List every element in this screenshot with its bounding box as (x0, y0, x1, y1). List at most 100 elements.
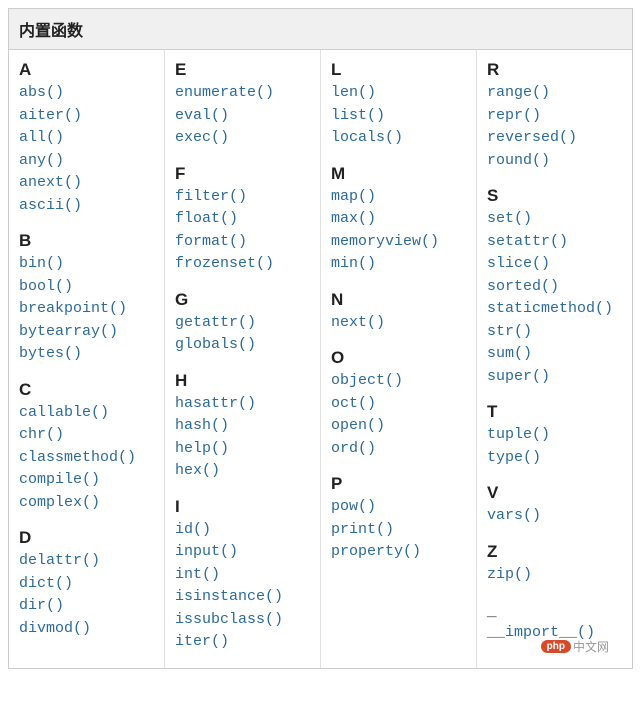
function-link[interactable]: all() (19, 127, 156, 150)
function-link[interactable]: set() (487, 208, 624, 231)
function-link[interactable]: map() (331, 186, 468, 209)
function-link[interactable]: divmod() (19, 618, 156, 641)
builtin-functions-table: 内置函数 Aabs()aiter()all()any()anext()ascii… (8, 8, 633, 669)
function-link[interactable]: exec() (175, 127, 312, 150)
letter-group: Eenumerate()eval()exec() (175, 60, 312, 150)
function-link[interactable]: breakpoint() (19, 298, 156, 321)
function-link[interactable]: tuple() (487, 424, 624, 447)
function-link[interactable]: staticmethod() (487, 298, 624, 321)
letter-heading: R (487, 60, 624, 80)
function-link[interactable]: ord() (331, 438, 468, 461)
function-link[interactable]: complex() (19, 492, 156, 515)
letter-heading: V (487, 483, 624, 503)
function-link[interactable]: reversed() (487, 127, 624, 150)
function-link[interactable]: locals() (331, 127, 468, 150)
function-link[interactable]: getattr() (175, 312, 312, 335)
function-link[interactable]: ascii() (19, 195, 156, 218)
function-link[interactable]: property() (331, 541, 468, 564)
function-link[interactable]: zip() (487, 564, 624, 587)
function-link[interactable]: frozenset() (175, 253, 312, 276)
function-link[interactable]: abs() (19, 82, 156, 105)
function-link[interactable]: enumerate() (175, 82, 312, 105)
function-link[interactable]: pow() (331, 496, 468, 519)
function-link[interactable]: compile() (19, 469, 156, 492)
function-link[interactable]: object() (331, 370, 468, 393)
function-link[interactable]: eval() (175, 105, 312, 128)
letter-group: Llen()list()locals() (331, 60, 468, 150)
function-link[interactable]: sum() (487, 343, 624, 366)
letter-heading: O (331, 348, 468, 368)
column: Eenumerate()eval()exec() Ffilter()float()… (164, 50, 320, 668)
column: Llen()list()locals()Mmap()max()memoryvie… (320, 50, 476, 668)
function-link[interactable]: iter() (175, 631, 312, 654)
function-link[interactable]: vars() (487, 505, 624, 528)
function-link[interactable]: range() (487, 82, 624, 105)
function-link[interactable]: sorted() (487, 276, 624, 299)
function-link[interactable]: slice() (487, 253, 624, 276)
letter-group: Ccallable()chr()classmethod()compile()co… (19, 380, 156, 515)
letter-group: Ppow()print()property() (331, 474, 468, 564)
function-link[interactable]: globals() (175, 334, 312, 357)
function-link[interactable]: len() (331, 82, 468, 105)
function-link[interactable]: bin() (19, 253, 156, 276)
letter-group: Iid()input()int()isinstance()issubclass(… (175, 497, 312, 654)
function-link[interactable]: bytes() (19, 343, 156, 366)
function-link[interactable]: classmethod() (19, 447, 156, 470)
letter-group: Ttuple()type() (487, 402, 624, 469)
function-link[interactable]: type() (487, 447, 624, 470)
function-link[interactable]: callable() (19, 402, 156, 425)
function-link[interactable]: issubclass() (175, 609, 312, 632)
function-link[interactable]: filter() (175, 186, 312, 209)
function-link[interactable]: bool() (19, 276, 156, 299)
letter-heading: H (175, 371, 312, 391)
letter-heading: A (19, 60, 156, 80)
letter-heading: D (19, 528, 156, 548)
function-link[interactable]: oct() (331, 393, 468, 416)
function-link[interactable]: print() (331, 519, 468, 542)
function-link[interactable]: isinstance() (175, 586, 312, 609)
letter-heading: T (487, 402, 624, 422)
function-link[interactable]: next() (331, 312, 468, 335)
function-link[interactable]: round() (487, 150, 624, 173)
letter-group: Rrange()repr()reversed()round() (487, 60, 624, 172)
function-link[interactable]: any() (19, 150, 156, 173)
function-link[interactable]: __import__() (487, 622, 624, 645)
function-link[interactable]: bytearray() (19, 321, 156, 344)
letter-group: Nnext() (331, 290, 468, 335)
function-link[interactable]: memoryview() (331, 231, 468, 254)
function-link[interactable]: int() (175, 564, 312, 587)
letter-group: ___import__() (487, 600, 624, 645)
function-link[interactable]: dict() (19, 573, 156, 596)
function-link[interactable]: str() (487, 321, 624, 344)
function-link[interactable]: hash() (175, 415, 312, 438)
function-link[interactable]: repr() (487, 105, 624, 128)
letter-heading: F (175, 164, 312, 184)
function-link[interactable]: setattr() (487, 231, 624, 254)
function-link[interactable]: aiter() (19, 105, 156, 128)
letter-heading: E (175, 60, 312, 80)
function-link[interactable]: min() (331, 253, 468, 276)
function-link[interactable]: hex() (175, 460, 312, 483)
function-link[interactable]: max() (331, 208, 468, 231)
function-link[interactable]: open() (331, 415, 468, 438)
function-link[interactable]: dir() (19, 595, 156, 618)
function-link[interactable]: delattr() (19, 550, 156, 573)
letter-heading: G (175, 290, 312, 310)
letter-heading: P (331, 474, 468, 494)
function-link[interactable]: id() (175, 519, 312, 542)
column: Rrange()repr()reversed()round()Sset()set… (476, 50, 632, 668)
function-link[interactable]: list() (331, 105, 468, 128)
function-link[interactable]: help() (175, 438, 312, 461)
function-link[interactable]: float() (175, 208, 312, 231)
function-link[interactable]: chr() (19, 424, 156, 447)
letter-group: Oobject()oct()open()ord() (331, 348, 468, 460)
function-link[interactable]: input() (175, 541, 312, 564)
function-link[interactable]: format() (175, 231, 312, 254)
function-link[interactable]: anext() (19, 172, 156, 195)
letter-heading: _ (487, 600, 624, 620)
function-link[interactable]: super() (487, 366, 624, 389)
columns-container: Aabs()aiter()all()any()anext()ascii()Bbi… (9, 50, 632, 668)
function-link[interactable]: hasattr() (175, 393, 312, 416)
letter-group: Ffilter()float()format()frozenset() (175, 164, 312, 276)
letter-heading: I (175, 497, 312, 517)
